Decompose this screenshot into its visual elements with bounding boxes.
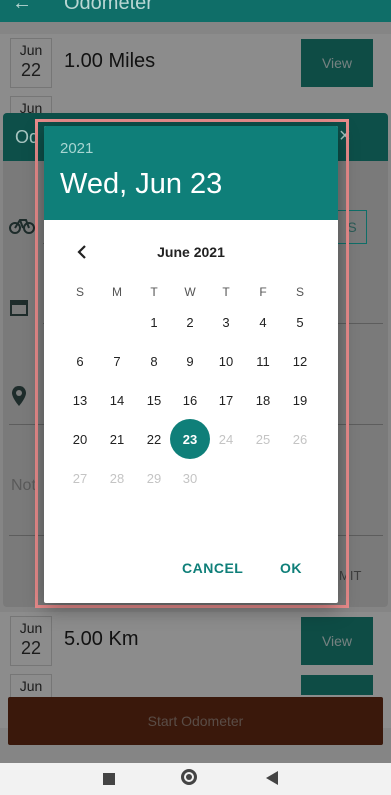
calendar-day: 24	[218, 431, 234, 447]
weekday-label: S	[295, 285, 304, 299]
home-icon[interactable]	[181, 769, 197, 785]
app-title: Odometer	[64, 0, 153, 14]
calendar-day[interactable]: 3	[206, 302, 246, 342]
date-picker-dialog: 2021 Wed, Jun 23 June 2021 CANCEL OK SMT…	[44, 126, 338, 603]
calendar-day[interactable]: 13	[60, 380, 100, 420]
calendar-day[interactable]: 21	[97, 419, 137, 459]
selected-date-label: Wed, Jun 23	[60, 168, 223, 200]
weekday-label: F	[259, 285, 267, 299]
app-bar: ← Odometer	[0, 0, 391, 22]
weekday-label: T	[150, 285, 158, 299]
calendar-day[interactable]: 17	[206, 380, 246, 420]
calendar-day[interactable]: 10	[206, 341, 246, 381]
weekday-label: T	[222, 285, 230, 299]
calendar-day: 28	[109, 470, 125, 486]
calendar-day[interactable]: 5	[280, 302, 320, 342]
calendar-day: 25	[255, 431, 271, 447]
calendar-day[interactable]: 18	[243, 380, 283, 420]
calendar-day[interactable]: 1	[134, 302, 174, 342]
back-arrow-icon[interactable]: ←	[12, 0, 32, 15]
calendar-day[interactable]: 14	[97, 380, 137, 420]
date-picker-header: 2021 Wed, Jun 23	[44, 126, 338, 220]
calendar-day: 29	[146, 470, 162, 486]
calendar-day[interactable]: 9	[170, 341, 210, 381]
month-year-label: June 2021	[157, 244, 225, 260]
bicycle-icon	[9, 213, 35, 241]
location-pin-icon[interactable]	[11, 385, 27, 413]
calendar-day[interactable]: 11	[243, 341, 283, 381]
weekday-label: W	[184, 285, 196, 299]
calendar-day: 30	[182, 470, 198, 486]
recents-icon[interactable]	[103, 773, 115, 785]
year-label[interactable]: 2021	[60, 140, 93, 157]
ok-button[interactable]: OK	[280, 560, 302, 576]
cancel-button[interactable]: CANCEL	[182, 560, 243, 576]
calendar-day: 26	[292, 431, 308, 447]
calendar-day[interactable]: 22	[134, 419, 174, 459]
calendar-day[interactable]: 8	[134, 341, 174, 381]
calendar-day[interactable]: 12	[280, 341, 320, 381]
calendar-day[interactable]: 20	[60, 419, 100, 459]
calendar-day[interactable]: 19	[280, 380, 320, 420]
calendar-day[interactable]: 16	[170, 380, 210, 420]
calendar-day[interactable]: 4	[243, 302, 283, 342]
notes-input[interactable]: Not	[11, 477, 36, 495]
system-nav-bar	[0, 763, 391, 795]
calendar-day[interactable]: 7	[97, 341, 137, 381]
calendar-day: 27	[72, 470, 88, 486]
calendar-day[interactable]: 2	[170, 302, 210, 342]
weekday-label: S	[75, 285, 84, 299]
calendar-day[interactable]: 15	[134, 380, 174, 420]
calendar-day[interactable]: 6	[60, 341, 100, 381]
selected-day[interactable]: 23	[170, 419, 210, 459]
calendar-icon[interactable]	[9, 297, 29, 323]
weekday-label: M	[112, 285, 122, 299]
back-icon[interactable]	[266, 771, 278, 785]
